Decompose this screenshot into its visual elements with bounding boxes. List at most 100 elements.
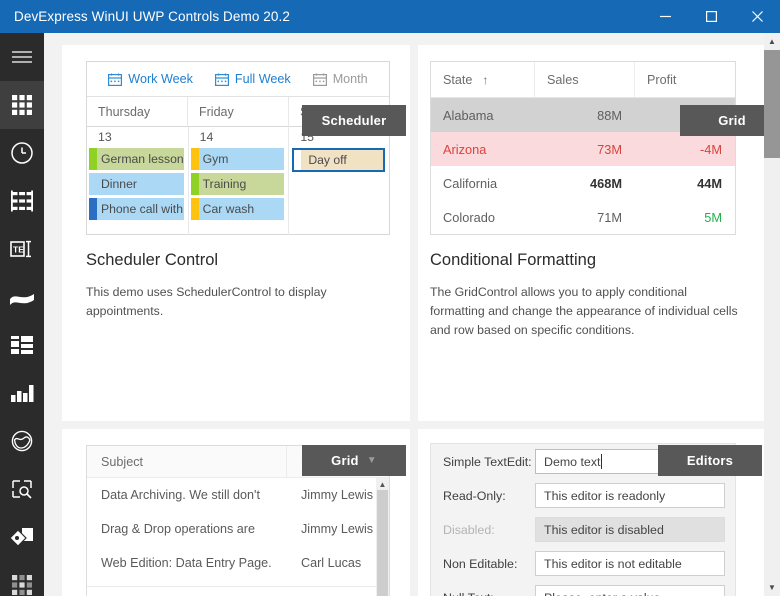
conditional-text-block: Conditional Formatting The GridControl a… <box>430 251 744 340</box>
sidebar-item-charts[interactable] <box>0 369 44 417</box>
svg-text:TE: TE <box>13 245 24 255</box>
sidebar-item-gallery[interactable] <box>0 561 44 596</box>
column-header-subject-label: Subject <box>101 454 144 469</box>
appointment-label: Car wash <box>202 202 255 216</box>
grid-header-row: State ↑ Sales Profit <box>431 62 735 98</box>
appointment[interactable]: Training <box>190 173 285 195</box>
sidebar-item-grid[interactable] <box>0 177 44 225</box>
table-row[interactable]: Data Archiving. We still don't Jimmy Lew… <box>87 478 389 512</box>
input-value: This editor is not editable <box>544 556 682 571</box>
day-header: Friday <box>188 97 289 127</box>
appointment-stripe <box>89 198 97 220</box>
card-description: This demo uses SchedulerControl to displ… <box>86 285 327 319</box>
appointment[interactable]: Gym <box>190 148 285 170</box>
sidebar-item-editors[interactable]: TE <box>0 225 44 273</box>
scheduler-day-column[interactable]: 15 Day off <box>289 127 389 235</box>
print-preview-icon <box>10 477 34 501</box>
null-text-input[interactable]: Please, enter a value <box>535 585 725 596</box>
card-editors[interactable]: Simple TextEdit: Demo text Read-Only: Th… <box>418 429 764 596</box>
scheduler-view-tabs: Work Week Full Week Month <box>87 62 389 97</box>
table-row[interactable]: Drag & Drop operations are Jimmy Lewis <box>87 512 389 546</box>
close-button[interactable] <box>734 0 780 33</box>
cell-sales: 71M <box>597 209 622 225</box>
appointment-stripe <box>190 198 199 220</box>
calendar-icon <box>312 73 327 86</box>
grid-pager[interactable] <box>87 586 376 596</box>
appointment-label: Training <box>202 177 247 191</box>
readonly-input[interactable]: This editor is readonly <box>535 483 725 508</box>
scheduler-text-block: Scheduler Control This demo uses Schedul… <box>86 251 390 321</box>
appointment[interactable]: Car wash <box>190 198 285 220</box>
sidebar-item-ribbon[interactable] <box>0 273 44 321</box>
day-number: 14 <box>199 130 214 144</box>
day-header: Thursday <box>87 97 188 127</box>
conditional-grid-control[interactable]: State ↑ Sales Profit Alabama 88M 6 <box>430 61 736 235</box>
editor-label: Non Editable: <box>443 556 518 571</box>
appointment[interactable]: Phone call with <box>89 198 184 220</box>
appointment[interactable]: German lesson <box>89 148 184 170</box>
appointment-selected[interactable]: Day off <box>292 148 386 172</box>
title-bar: DevExpress WinUI UWP Controls Demo 20.2 <box>0 0 780 33</box>
table-row[interactable]: California 468M 44M <box>431 166 735 200</box>
column-header-sales[interactable]: Sales <box>535 62 635 97</box>
appointment[interactable]: Dinner <box>89 173 184 195</box>
tab-month[interactable]: Month <box>312 72 368 86</box>
cell-subject: Web Edition: Data Entry Page. <box>101 556 272 570</box>
column-header-subject[interactable]: Subject <box>87 446 287 477</box>
badge-editors: Editors <box>658 445 762 476</box>
sidebar-item-scheduler[interactable] <box>0 129 44 177</box>
column-header-sales-label: Sales <box>547 72 579 87</box>
badge-grid: Grid ▼ <box>302 445 406 476</box>
scroll-up-arrow[interactable]: ▲ <box>764 33 780 50</box>
editor-label: Null Text: <box>431 591 535 596</box>
clock-icon <box>10 141 34 165</box>
editor-label: Simple TextEdit: <box>443 454 532 469</box>
cell-user: Jimmy Lewis <box>301 488 374 502</box>
non-editable-input[interactable]: This editor is not editable <box>535 551 725 576</box>
sidebar-item-hamburger-menu[interactable] <box>0 33 44 81</box>
sidebar-item-layout[interactable] <box>0 321 44 369</box>
cell-subject: Data Archiving. We still don't <box>101 488 260 502</box>
page-vertical-scrollbar[interactable]: ▲ ▼ <box>764 33 780 596</box>
sidebar-item-map[interactable] <box>0 417 44 465</box>
tab-work-week[interactable]: Work Week <box>108 72 193 86</box>
column-header-profit[interactable]: Profit <box>635 62 735 97</box>
palette-tag-icon <box>9 526 35 548</box>
calendar-icon <box>108 73 123 86</box>
table-row[interactable]: Web Edition: Data Entry Page. Carl Lucas <box>87 546 389 580</box>
cell-state: Alabama <box>443 107 494 123</box>
sidebar-item-all-demos[interactable] <box>0 81 44 129</box>
cell-sales: 468M <box>589 175 622 191</box>
grid-squares-icon <box>11 94 33 116</box>
sidebar-item-themes[interactable] <box>0 513 44 561</box>
scroll-thumb[interactable] <box>377 490 388 596</box>
appointment-stripe <box>89 148 97 170</box>
table-row[interactable]: Colorado 71M 5M <box>431 200 735 234</box>
scheduler-day-columns: 13 German lesson Dinner Phone call with … <box>87 127 389 235</box>
card-scheduler[interactable]: Work Week Full Week Month Thursday Frida… <box>62 45 410 421</box>
day-number: 13 <box>98 130 112 144</box>
scheduler-control[interactable]: Work Week Full Week Month Thursday Frida… <box>86 61 390 235</box>
table-row[interactable]: Arizona 73M -4M <box>431 132 735 166</box>
text-edit-icon: TE <box>10 239 34 259</box>
scroll-down-arrow[interactable]: ▼ <box>764 579 780 596</box>
globe-map-icon <box>10 429 34 453</box>
appointment-label: Gym <box>202 152 229 166</box>
scheduler-day-column[interactable]: 14 Gym Training Car wash <box>189 127 290 235</box>
minimize-button[interactable] <box>642 0 688 33</box>
appointment-stripe <box>190 148 199 170</box>
maximize-button[interactable] <box>688 0 734 33</box>
grid-vertical-scrollbar[interactable]: ▲ ▼ <box>376 478 389 596</box>
demo-card-grid: Work Week Full Week Month Thursday Frida… <box>44 33 764 596</box>
calendar-icon <box>214 73 229 86</box>
filter-icon: ▼ <box>366 455 377 466</box>
card-conditional-formatting[interactable]: State ↑ Sales Profit Alabama 88M 6 <box>418 45 764 421</box>
column-header-state[interactable]: State ↑ <box>431 62 535 97</box>
tab-full-week[interactable]: Full Week <box>214 72 291 86</box>
card-subject-grid[interactable]: Subject User Data Archiving. We still do… <box>62 429 410 596</box>
scroll-thumb[interactable] <box>764 50 780 158</box>
scheduler-day-column[interactable]: 13 German lesson Dinner Phone call with <box>87 127 189 235</box>
card-description: The GridControl allows you to apply cond… <box>430 285 738 338</box>
badge-label: Scheduler <box>321 113 387 128</box>
sidebar-item-printing[interactable] <box>0 465 44 513</box>
